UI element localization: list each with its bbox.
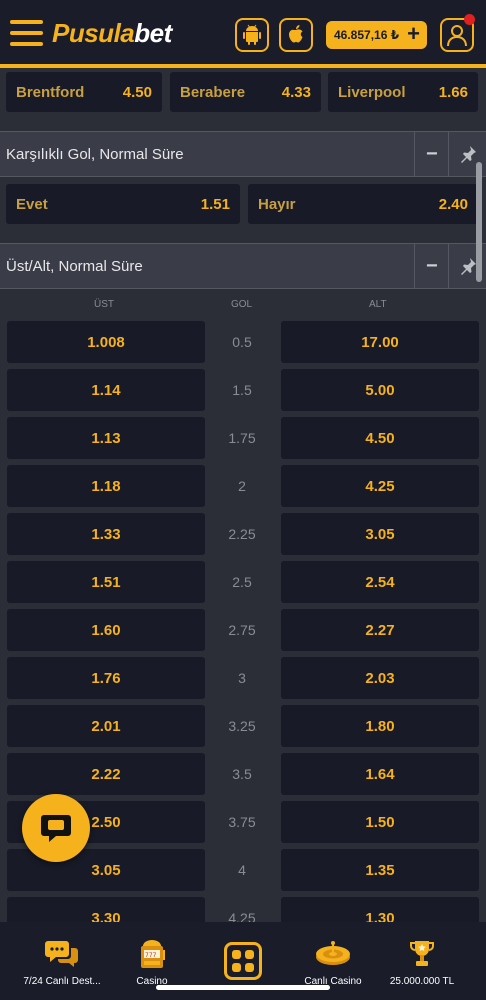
over-odd-button[interactable]: 1.60	[7, 609, 205, 651]
notification-dot	[464, 14, 475, 25]
market-header-btts[interactable]: Karşılıklı Gol, Normal Süre −	[0, 131, 486, 177]
goal-line: 4	[238, 862, 246, 878]
odd-label: Evet	[16, 195, 48, 213]
live-chat-button[interactable]	[22, 794, 90, 862]
market-header-over-under[interactable]: Üst/Alt, Normal Süre −	[0, 243, 486, 289]
logo-text-bet: bet	[134, 18, 172, 48]
balance-amount: 46.857,16 ₺	[334, 28, 400, 42]
odd-draw[interactable]: Berabere 4.33	[170, 72, 321, 112]
divider	[414, 132, 415, 176]
home-indicator	[156, 985, 330, 990]
over-odd-button[interactable]: 1.14	[7, 369, 205, 411]
under-odd-button[interactable]: 3.05	[281, 513, 479, 555]
nav-label: 7/24 Canlı Dest...	[23, 976, 101, 987]
collapse-icon[interactable]: −	[426, 143, 440, 166]
logo-text-pusula: Pusula	[52, 18, 135, 48]
divider	[414, 244, 415, 288]
android-icon	[243, 24, 261, 45]
goal-line: 4.25	[228, 910, 256, 922]
trophy-icon	[410, 941, 434, 966]
odd-home[interactable]: Brentford 4.50	[6, 72, 162, 112]
over-odd-button[interactable]: 1.18	[7, 465, 205, 507]
slot-machine-icon: 777	[141, 940, 165, 968]
goal-line: 1.5	[232, 382, 252, 398]
odd-value: 1.66	[438, 83, 468, 101]
under-odd-button[interactable]: 2.03	[281, 657, 479, 699]
logo[interactable]: Pusulabet	[52, 18, 172, 49]
column-header-over: ÜST	[94, 299, 114, 310]
odd-yes[interactable]: Evet 1.51	[6, 184, 240, 224]
pin-icon[interactable]	[458, 144, 478, 164]
over-odd-button[interactable]: 1.33	[7, 513, 205, 555]
ios-app-button[interactable]	[279, 18, 313, 52]
odd-value: 2.40	[438, 195, 468, 213]
odd-no[interactable]: Hayır 2.40	[248, 184, 478, 224]
deposit-plus-icon: +	[407, 21, 420, 46]
under-odd-button[interactable]: 1.80	[281, 705, 479, 747]
under-odd-button[interactable]: 5.00	[281, 369, 479, 411]
nav-label: 25.000.000 TL	[389, 976, 455, 987]
svg-text:777: 777	[145, 952, 157, 959]
chat-bubbles-icon	[45, 941, 78, 967]
divider	[448, 132, 449, 176]
over-odd-button[interactable]: 1.51	[7, 561, 205, 603]
odd-value: 4.33	[281, 83, 311, 101]
goal-line: 0.5	[232, 334, 252, 350]
goal-line: 2	[238, 478, 246, 494]
under-odd-button[interactable]: 4.50	[281, 417, 479, 459]
odd-value: 4.50	[122, 83, 152, 101]
pin-icon[interactable]	[458, 256, 478, 276]
over-odd-button[interactable]: 1.76	[7, 657, 205, 699]
top-header: Pusulabet 46.857,16 ₺ +	[0, 0, 486, 68]
goal-line: 2.25	[228, 526, 256, 542]
over-odd-button[interactable]: 1.13	[7, 417, 205, 459]
odd-value: 1.51	[200, 195, 230, 213]
goal-line: 2.75	[228, 622, 256, 638]
over-odd-button[interactable]: 1.008	[7, 321, 205, 363]
under-odd-button[interactable]: 1.35	[281, 849, 479, 891]
goal-line: 1.75	[228, 430, 256, 446]
divider	[448, 244, 449, 288]
nav-tournament[interactable]: 25.000.000 TL	[380, 922, 464, 1000]
over-odd-button[interactable]: 2.22	[7, 753, 205, 795]
apple-icon	[289, 25, 303, 43]
odd-label: Berabere	[180, 83, 246, 101]
odd-label: Hayır	[258, 195, 296, 213]
under-odd-button[interactable]: 17.00	[281, 321, 479, 363]
btts-row: Evet 1.51 Hayır 2.40	[6, 184, 478, 224]
column-header-goal: GOL	[231, 299, 253, 310]
odd-away[interactable]: Liverpool 1.66	[328, 72, 478, 112]
under-odd-button[interactable]: 1.50	[281, 801, 479, 843]
roulette-icon	[316, 941, 350, 965]
goal-line: 3.75	[228, 814, 256, 830]
column-header-under: ALT	[369, 299, 387, 310]
goal-line: 3.5	[232, 766, 252, 782]
collapse-icon[interactable]: −	[426, 255, 440, 278]
odd-label: Brentford	[16, 83, 85, 101]
goal-line: 3.25	[228, 718, 256, 734]
user-icon	[447, 25, 467, 47]
under-odd-button[interactable]: 2.54	[281, 561, 479, 603]
scrollbar[interactable]	[476, 162, 482, 282]
android-app-button[interactable]	[235, 18, 269, 52]
market-title: Üst/Alt, Normal Süre	[6, 258, 143, 275]
markets-content[interactable]: Brentford 4.50 Berabere 4.33 Liverpool 1…	[0, 72, 486, 922]
balance-button[interactable]: 46.857,16 ₺ +	[326, 21, 427, 49]
menu-icon[interactable]	[10, 20, 43, 46]
goal-line: 2.5	[232, 574, 252, 590]
over-odd-button[interactable]: 3.30	[7, 897, 205, 922]
under-odd-button[interactable]: 1.64	[281, 753, 479, 795]
over-odd-button[interactable]: 2.01	[7, 705, 205, 747]
under-odd-button[interactable]: 4.25	[281, 465, 479, 507]
goal-line: 3	[238, 670, 246, 686]
match-result-row: Brentford 4.50 Berabere 4.33 Liverpool 1…	[6, 72, 478, 112]
under-odd-button[interactable]: 1.30	[281, 897, 479, 922]
nav-live-support[interactable]: 7/24 Canlı Dest...	[10, 922, 114, 1000]
chat-icon	[41, 815, 71, 842]
under-odd-button[interactable]: 2.27	[281, 609, 479, 651]
grid-menu-icon[interactable]	[224, 942, 262, 980]
odd-label: Liverpool	[338, 83, 406, 101]
market-title: Karşılıklı Gol, Normal Süre	[6, 146, 184, 163]
